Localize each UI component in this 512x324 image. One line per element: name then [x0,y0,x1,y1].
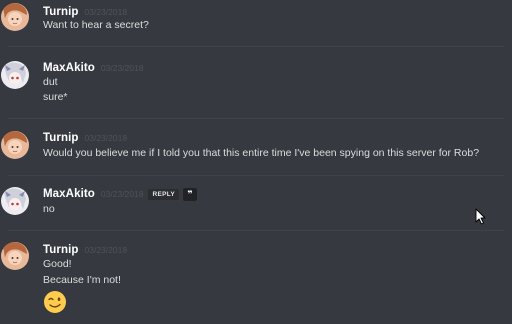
reply-button[interactable]: REPLY [148,188,180,200]
message-divider [8,175,504,176]
message-text: Want to hear a secret? [43,19,149,31]
winking-face-emoji [43,290,67,314]
message-author[interactable]: Turnip [43,132,79,144]
maxakito-avatar[interactable] [1,187,29,215]
message-text: sure* [43,91,68,103]
message-text: dut [43,76,58,88]
mouse-cursor-icon [475,208,487,225]
message-author[interactable]: Turnip [43,6,79,18]
message-author[interactable]: Turnip [43,244,79,256]
message-text: Would you believe me if I told you that … [43,147,480,159]
message-timestamp: 03/23/2018 [84,7,128,17]
message-divider [8,230,504,231]
turnip-avatar[interactable] [1,242,29,270]
chat-messages: Turnip 03/23/2018 Want to hear a secret?… [0,0,512,324]
message-divider [8,46,504,47]
message-author[interactable]: MaxAkito [43,188,95,200]
message-text: Good! [43,258,72,270]
message-author[interactable]: MaxAkito [43,62,95,74]
message-timestamp: 03/23/2018 [84,245,128,255]
maxakito-avatar[interactable] [1,61,29,89]
message-timestamp: 03/23/2018 [84,133,128,143]
message-text: no [43,203,55,215]
message-divider [8,118,504,119]
message-text: Because I'm not! [43,274,121,286]
quote-button[interactable]: ❞ [183,187,198,201]
turnip-avatar[interactable] [1,131,29,159]
message-timestamp: 03/23/2018 [100,189,144,199]
turnip-avatar[interactable] [1,3,29,31]
message-timestamp: 03/23/2018 [100,63,144,73]
